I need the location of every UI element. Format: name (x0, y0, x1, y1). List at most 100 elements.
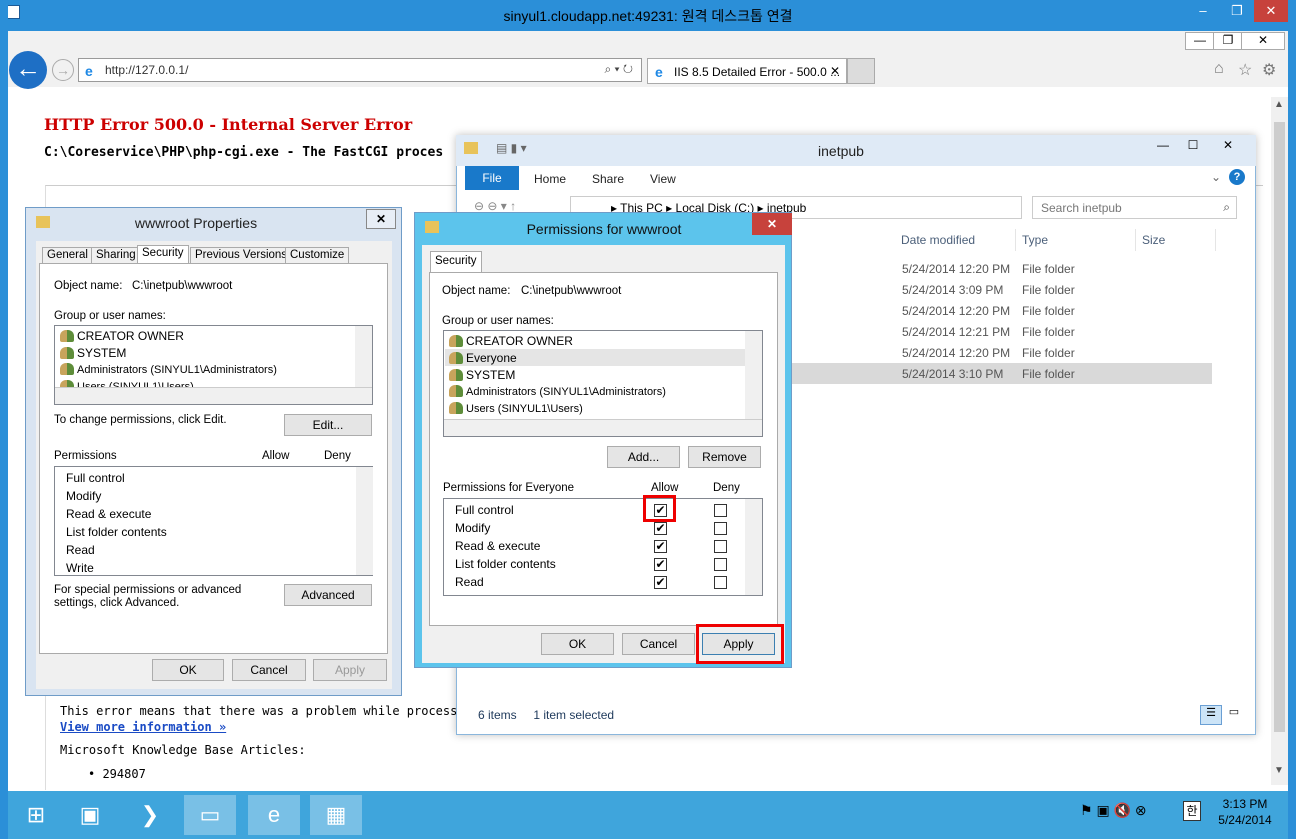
address-bar[interactable]: e http://127.0.0.1/ ⌕ ▾ ↻ (78, 58, 642, 82)
ime-indicator[interactable]: 한 (1183, 801, 1201, 821)
explorer-nav-arrows[interactable]: ⊖ ⊖ ▾ ↑ (474, 199, 516, 213)
list-item-selected[interactable]: Everyone (449, 351, 517, 365)
deny-checkbox[interactable] (714, 504, 727, 517)
permissions-scrollbar[interactable] (356, 467, 373, 575)
flag-icon[interactable]: ⚑ (1080, 802, 1093, 818)
scrollbar-thumb[interactable] (1274, 122, 1285, 732)
properties-close-button[interactable]: ✕ (366, 209, 396, 229)
scroll-up-icon[interactable]: ▲ (1274, 99, 1284, 110)
ie-minimize-button[interactable]: — (1185, 32, 1215, 50)
forward-button[interactable]: → (52, 59, 74, 81)
tab-iis-error[interactable]: e IIS 8.5 Detailed Error - 500.0 ... ✕ (647, 58, 847, 84)
table-row[interactable]: 5/24/2014 3:09 PM File folder (895, 280, 1213, 300)
perm-object-name-value: C:\inetpub\wwwroot (521, 285, 622, 297)
rdp-restore-button[interactable]: ❐ (1220, 0, 1254, 22)
explorer-search-box[interactable]: Search inetpub ⌕ (1032, 196, 1237, 219)
ie-restore-button[interactable]: ❐ (1213, 32, 1243, 50)
rdp-minimize-button[interactable]: – (1186, 0, 1220, 22)
tab-previous-versions[interactable]: Previous Versions (190, 247, 293, 264)
taskbar-clock[interactable]: 3:13 PM 5/24/2014 (1205, 796, 1285, 828)
allow-checkbox[interactable]: ✔ (654, 522, 667, 535)
help-icon[interactable]: ? (1229, 169, 1245, 185)
properties-apply-button[interactable]: Apply (313, 659, 387, 681)
tools-gear-icon[interactable]: ⚙ (1262, 60, 1276, 80)
user-list[interactable]: CREATOR OWNER SYSTEM Administrators (SIN… (54, 325, 373, 405)
allow-checkbox[interactable]: ✔ (654, 540, 667, 553)
tab-security[interactable]: Security (430, 251, 482, 273)
scroll-down-icon[interactable]: ▼ (1274, 765, 1284, 776)
error-icon[interactable]: ⊗ (1135, 802, 1147, 818)
list-item[interactable]: Administrators (SINYUL1\Administrators) (449, 385, 666, 398)
column-type[interactable]: Type (1016, 229, 1136, 251)
list-item[interactable]: Administrators (SINYUL1\Administrators) (60, 363, 277, 376)
ribbon-expand-icon[interactable]: ⌄ (1211, 170, 1221, 184)
column-size[interactable]: Size (1136, 229, 1216, 251)
table-row[interactable]: 5/24/2014 12:21 PM File folder (895, 322, 1213, 342)
start-button[interactable]: ⊞ (10, 795, 62, 835)
column-date-modified[interactable]: Date modified (895, 229, 1016, 251)
rdp-close-button[interactable]: ✕ (1254, 0, 1288, 22)
list-item[interactable]: CREATOR OWNER (60, 329, 184, 343)
list-item[interactable]: Users (SINYUL1\Users) (449, 402, 583, 415)
tab-security[interactable]: Security (137, 245, 189, 265)
add-button[interactable]: Add... (607, 446, 680, 468)
ie-close-button[interactable]: ✕ (1241, 32, 1285, 50)
tab-customize[interactable]: Customize (285, 247, 350, 264)
explorer-close-button[interactable]: ✕ (1208, 138, 1248, 156)
deny-checkbox[interactable] (714, 558, 727, 571)
permissions-close-button[interactable]: ✕ (752, 213, 792, 235)
taskbar-server-manager[interactable]: ▣ (64, 795, 116, 835)
tab-general[interactable]: General (42, 247, 93, 264)
explorer-minimize-button[interactable]: — (1148, 138, 1178, 156)
ribbon-home-tab[interactable]: Home (534, 172, 566, 186)
deny-checkbox[interactable] (714, 522, 727, 535)
network-icon[interactable]: ▣ (1096, 802, 1109, 818)
new-tab-button[interactable] (847, 58, 875, 84)
vertical-scrollbar[interactable] (745, 331, 762, 419)
volume-icon[interactable]: 🔇 (1114, 802, 1131, 818)
permissions-scrollbar[interactable] (745, 499, 762, 595)
taskbar-iis-manager[interactable]: ▦ (310, 795, 362, 835)
perm-ok-button[interactable]: OK (541, 633, 614, 655)
table-row-selected[interactable]: 5/24/2014 3:10 PM File folder (895, 364, 1213, 384)
deny-checkbox[interactable] (714, 576, 727, 589)
remove-button[interactable]: Remove (688, 446, 761, 468)
allow-checkbox[interactable]: ✔ (654, 576, 667, 589)
advanced-button[interactable]: Advanced (284, 584, 372, 606)
deny-checkbox[interactable] (714, 540, 727, 553)
search-refresh-icons[interactable]: ⌕ ▾ ↻ (604, 62, 633, 77)
list-item[interactable]: CREATOR OWNER (449, 334, 573, 348)
tab-sharing[interactable]: Sharing (91, 247, 141, 264)
user-name: Users (SINYUL1\Users) (466, 403, 583, 415)
edit-button[interactable]: Edit... (284, 414, 372, 436)
allow-checkbox[interactable]: ✔ (654, 558, 667, 571)
perm-cancel-button[interactable]: Cancel (622, 633, 695, 655)
back-button[interactable]: ← (9, 51, 47, 89)
ribbon-view-tab[interactable]: View (650, 172, 676, 186)
explorer-maximize-button[interactable]: ☐ (1178, 138, 1208, 156)
horizontal-scrollbar[interactable] (55, 387, 372, 404)
details-view-icon[interactable]: ☰ (1200, 705, 1222, 725)
properties-ok-button[interactable]: OK (152, 659, 224, 681)
home-icon[interactable]: ⌂ (1214, 60, 1224, 78)
kb-item-number[interactable]: 294807 (102, 767, 145, 781)
table-row[interactable]: 5/24/2014 12:20 PM File folder (895, 343, 1213, 363)
horizontal-scrollbar[interactable] (444, 419, 762, 436)
favorites-star-icon[interactable]: ☆ (1238, 60, 1252, 80)
tray-icons[interactable]: ⚑ ▣ 🔇 ⊗ (1080, 802, 1147, 819)
vertical-scrollbar[interactable] (355, 326, 372, 387)
taskbar-powershell[interactable]: ❯ (124, 795, 176, 835)
ribbon-file-tab[interactable]: File (465, 166, 519, 190)
tab-close-icon[interactable]: ✕ (830, 64, 840, 78)
properties-cancel-button[interactable]: Cancel (232, 659, 306, 681)
table-row[interactable]: 5/24/2014 12:20 PM File folder (895, 301, 1213, 321)
page-scrollbar[interactable]: ▲ ▼ (1271, 97, 1288, 785)
taskbar-internet-explorer[interactable]: e (248, 795, 300, 835)
ribbon-share-tab[interactable]: Share (592, 172, 624, 186)
large-icons-view-icon[interactable]: ▭ (1224, 705, 1244, 725)
perm-user-list[interactable]: CREATOR OWNER Everyone SYSTEM Administra… (443, 330, 763, 437)
list-item[interactable]: SYSTEM (449, 368, 515, 382)
table-row[interactable]: 5/24/2014 12:20 PM File folder (895, 259, 1213, 279)
list-item[interactable]: SYSTEM (60, 346, 126, 360)
taskbar-file-explorer[interactable]: ▭ (184, 795, 236, 835)
